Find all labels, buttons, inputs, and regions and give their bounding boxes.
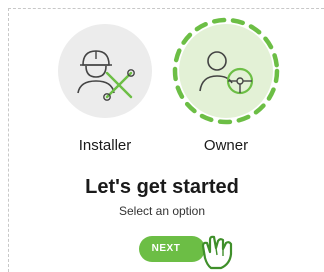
installer-icon	[77, 50, 135, 101]
option-installer[interactable]: Installer	[50, 16, 160, 154]
owner-label: Owner	[203, 137, 249, 154]
page-subtitle: Select an option	[118, 204, 206, 218]
page-title: Let's get started	[85, 176, 239, 198]
installer-label: Installer	[78, 137, 132, 154]
installer-circle[interactable]	[50, 16, 160, 126]
owner-circle[interactable]	[171, 16, 281, 126]
owner-icon	[199, 51, 254, 95]
hand-pointer-icon	[201, 235, 233, 270]
option-owner[interactable]: Owner	[171, 16, 281, 154]
